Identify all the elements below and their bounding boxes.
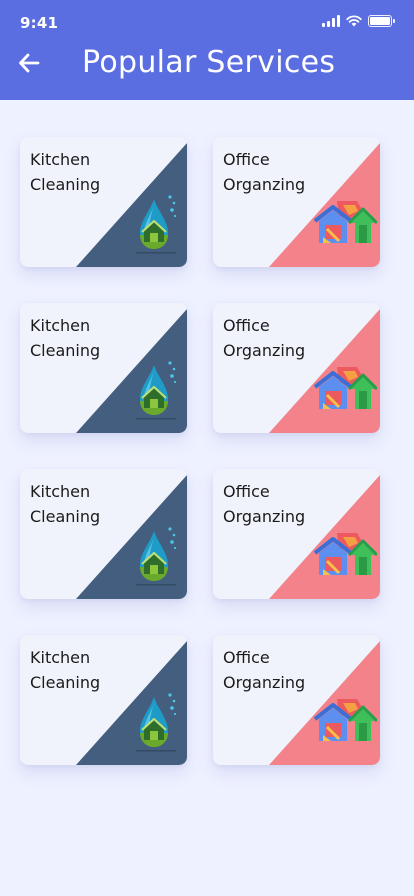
house-drop-icon [136,357,180,427]
status-time: 9:41 [20,14,59,32]
service-card-4[interactable]: Office Organzing [213,303,380,433]
service-card-8[interactable]: Office Organzing [213,635,380,765]
service-name-line2: Organzing [223,341,306,360]
arrow-left-icon [19,53,40,73]
service-name-line2: Cleaning [30,341,101,360]
house-drop-icon [136,523,180,593]
page-title: Popular Services [82,45,336,80]
service-name: Office Organzing [223,313,333,363]
service-name-line1: Kitchen [30,648,91,667]
service-card-5[interactable]: Kitchen Cleaning [20,469,187,599]
service-card-1[interactable]: Kitchen Cleaning [20,137,187,267]
service-name: Kitchen Cleaning [30,479,140,529]
status-bar: 9:41 [0,0,414,44]
service-name-line1: Office [223,150,270,169]
house-broom-icon [313,697,379,749]
service-name-line1: Kitchen [30,316,91,335]
service-name: Kitchen Cleaning [30,645,140,695]
service-name-line2: Cleaning [30,175,101,194]
service-name-line1: Kitchen [30,482,91,501]
service-name: Office Organzing [223,479,333,529]
house-broom-icon [313,531,379,583]
service-card-6[interactable]: Office Organzing [213,469,380,599]
service-name: Office Organzing [223,147,333,197]
service-name-line1: Office [223,316,270,335]
service-name-line2: Cleaning [30,673,101,692]
service-card-7[interactable]: Kitchen Cleaning [20,635,187,765]
status-icons [322,15,395,27]
service-card-2[interactable]: Office Organzing [213,137,380,267]
service-name-line1: Office [223,648,270,667]
service-name-line2: Organzing [223,673,306,692]
service-name: Kitchen Cleaning [30,313,140,363]
house-drop-icon [136,689,180,759]
back-button[interactable] [16,50,42,76]
service-name: Office Organzing [223,645,333,695]
wifi-icon [346,15,362,27]
service-card-3[interactable]: Kitchen Cleaning [20,303,187,433]
house-drop-icon [136,191,180,261]
service-name-line2: Organzing [223,175,306,194]
house-broom-icon [313,199,379,251]
service-name-line1: Office [223,482,270,501]
service-name-line2: Organzing [223,507,306,526]
house-broom-icon [313,365,379,417]
service-name: Kitchen Cleaning [30,147,140,197]
service-name-line2: Cleaning [30,507,101,526]
battery-icon [368,15,395,27]
service-name-line1: Kitchen [30,150,91,169]
app-header: 9:41 Popular Services [0,0,414,100]
signal-icon [322,15,340,27]
